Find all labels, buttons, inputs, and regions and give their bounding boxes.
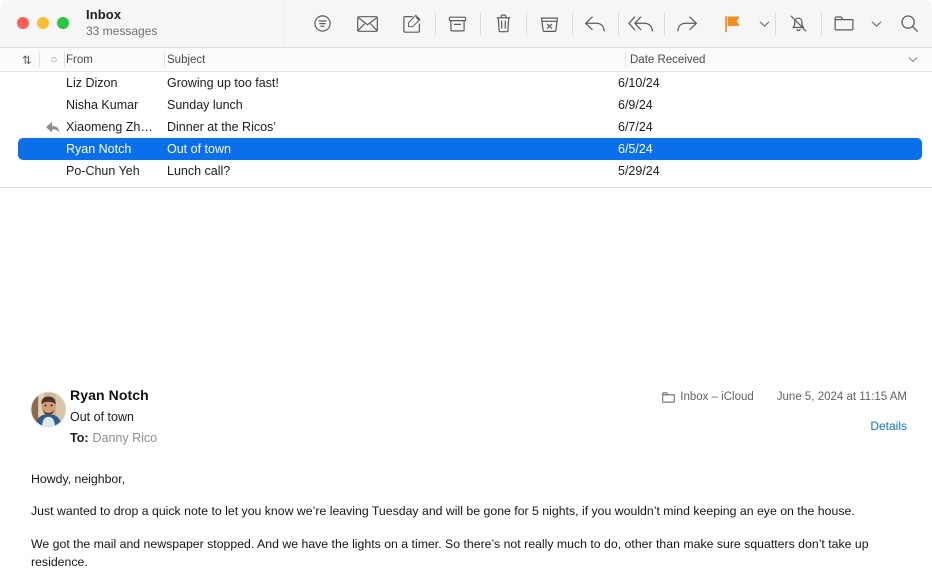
message-count: 33 messages <box>86 24 158 39</box>
compose-icon[interactable] <box>390 0 435 47</box>
row-date: 6/5/24 <box>618 142 653 156</box>
header-divider <box>39 52 40 67</box>
table-row[interactable]: Liz Dizon Growing up too fast! 6/10/24 <box>0 72 932 94</box>
table-row[interactable]: Nisha Kumar Sunday lunch 6/9/24 <box>0 94 932 116</box>
mail-window: Inbox 33 messages ⇅ ○ From Subject Date … <box>0 0 932 584</box>
avatar <box>30 391 67 428</box>
to-value[interactable]: Danny Rico <box>93 431 158 445</box>
mail-icon[interactable] <box>345 0 390 47</box>
row-subject: Lunch call? <box>167 164 231 178</box>
row-from: Liz Dizon <box>66 76 118 90</box>
message-header-text: Ryan Notch Out of town To: Danny Rico <box>70 388 157 444</box>
reply-all-icon[interactable] <box>619 0 664 47</box>
row-date: 6/7/24 <box>618 120 653 134</box>
message-mailbox: Inbox – iCloud <box>680 391 754 403</box>
list-column-headers: ⇅ ○ From Subject Date Received <box>0 48 932 72</box>
row-from: Nisha Kumar <box>66 98 139 112</box>
replied-icon <box>42 116 64 138</box>
row-from: Xiaomeng Zh… <box>66 120 153 134</box>
archive-icon[interactable] <box>436 0 481 47</box>
trash-icon[interactable] <box>481 0 526 47</box>
sort-order-button[interactable]: ⇅ <box>15 48 39 71</box>
body-paragraph: We got the mail and newspaper stopped. A… <box>31 536 869 570</box>
row-subject: Growing up too fast! <box>167 76 279 90</box>
message-meta-row: Inbox – iCloud June 5, 2024 at 11:15 AM <box>662 391 907 403</box>
message-timestamp: June 5, 2024 at 11:15 AM <box>776 391 907 403</box>
row-subject: Dinner at the Ricos’ <box>167 120 277 134</box>
details-link[interactable]: Details <box>662 419 907 433</box>
message-subject: Out of town <box>70 410 134 424</box>
message-recipients: To: Danny Rico <box>70 430 158 445</box>
row-date: 5/29/24 <box>618 164 660 178</box>
chevron-down-icon[interactable] <box>867 0 888 47</box>
folder-icon <box>662 391 676 403</box>
row-from: Ryan Notch <box>66 142 132 156</box>
row-from: Po-Chun Yeh <box>66 164 140 178</box>
message-sender: Ryan Notch <box>70 387 149 403</box>
mailbox-name: Inbox <box>86 7 122 22</box>
message-rows: Liz Dizon Growing up too fast! 6/10/24 N… <box>0 72 932 187</box>
titlebar: Inbox 33 messages <box>0 0 932 48</box>
message-header-meta: Inbox – iCloud June 5, 2024 at 11:15 AM … <box>662 391 907 433</box>
header-divider <box>625 52 626 67</box>
body-paragraph: Howdy, neighbor, <box>31 472 126 486</box>
message-view: Ryan Notch Out of town To: Danny Rico Inb… <box>0 188 932 584</box>
chevron-down-icon[interactable] <box>754 0 775 47</box>
row-date: 6/9/24 <box>618 98 653 112</box>
zoom-button[interactable] <box>57 17 69 29</box>
message-body: Howdy, neighbor, Just wanted to drop a q… <box>31 470 904 584</box>
filter-icon[interactable] <box>300 0 345 47</box>
pane-divider <box>283 0 284 47</box>
column-header-unread[interactable]: ○ <box>43 48 65 71</box>
column-options-icon[interactable] <box>904 48 922 71</box>
body-paragraph: Just wanted to drop a quick note to let … <box>31 504 855 519</box>
column-header-date[interactable]: Date Received <box>630 48 705 71</box>
window-controls <box>17 17 69 29</box>
column-header-subject[interactable]: Subject <box>167 48 205 71</box>
avatar-image <box>30 391 67 428</box>
table-row-selected[interactable]: Ryan Notch Out of town 6/5/24 <box>0 138 932 160</box>
to-label: To: <box>70 430 89 445</box>
toolbar <box>300 0 932 47</box>
row-subject: Sunday lunch <box>167 98 243 112</box>
row-date: 6/10/24 <box>618 76 660 90</box>
table-row[interactable]: Po-Chun Yeh Lunch call? 5/29/24 <box>0 160 932 182</box>
minimize-button[interactable] <box>37 17 49 29</box>
header-divider <box>64 52 65 67</box>
header-divider <box>164 52 165 67</box>
search-icon[interactable] <box>887 0 932 47</box>
message-list-pane: ⇅ ○ From Subject Date Received Liz Dizon… <box>0 48 932 188</box>
forward-icon[interactable] <box>665 0 710 47</box>
reply-icon[interactable] <box>573 0 618 47</box>
flag-icon[interactable] <box>710 0 755 47</box>
move-folder-icon[interactable] <box>822 0 867 47</box>
row-subject: Out of town <box>167 142 231 156</box>
junk-icon[interactable] <box>527 0 572 47</box>
table-row[interactable]: Xiaomeng Zh… Dinner at the Ricos’ 6/7/24 <box>0 116 932 138</box>
mute-icon[interactable] <box>776 0 821 47</box>
close-button[interactable] <box>17 17 29 29</box>
mailbox-title: Inbox 33 messages <box>86 7 157 39</box>
column-header-from[interactable]: From <box>66 48 93 71</box>
